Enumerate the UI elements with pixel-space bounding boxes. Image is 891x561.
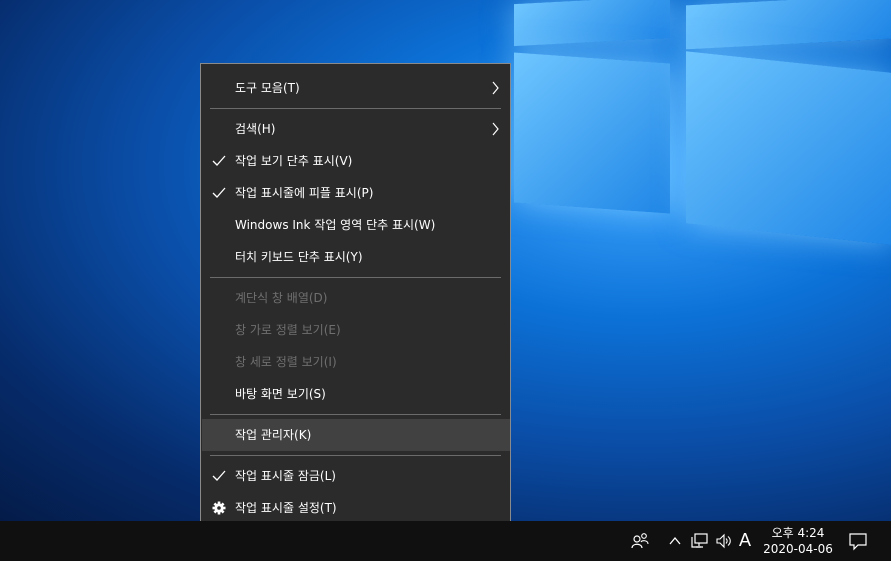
menu-item-label: 검색(H) (235, 122, 276, 136)
checkmark-icon (212, 155, 226, 166)
menu-item-lock-taskbar[interactable]: 작업 표시줄 잠금(L) (202, 460, 510, 492)
chevron-right-icon (492, 122, 499, 136)
menu-item-stack-windows: 창 가로 정렬 보기(E) (202, 314, 510, 346)
menu-item-task-manager[interactable]: 작업 관리자(K) (202, 419, 510, 451)
chevron-right-icon (492, 81, 499, 95)
menu-item-windows-ink-button[interactable]: Windows Ink 작업 영역 단추 표시(W) (202, 209, 510, 241)
menu-item-side-by-side-windows: 창 세로 정렬 보기(I) (202, 346, 510, 378)
menu-item-people-button[interactable]: 작업 표시줄에 피플 표시(P) (202, 177, 510, 209)
clock[interactable]: 오후 4:24 2020-04-06 (758, 521, 838, 561)
windows-logo-pane-top-left (514, 0, 670, 47)
people-icon[interactable] (630, 531, 650, 551)
checkmark-icon (212, 470, 226, 481)
checkmark-icon (212, 187, 226, 198)
network-icon[interactable] (691, 532, 709, 550)
menu-item-label: 작업 표시줄 잠금(L) (235, 469, 336, 483)
menu-separator (210, 414, 501, 415)
menu-item-label: 작업 표시줄 설정(T) (235, 501, 337, 515)
windows-logo-pane-bottom-left (514, 52, 670, 214)
menu-item-label: 도구 모음(T) (235, 81, 300, 95)
menu-item-cascade-windows: 계단식 창 배열(D) (202, 282, 510, 314)
menu-item-label: 터치 키보드 단추 표시(Y) (235, 250, 363, 264)
menu-separator (210, 455, 501, 456)
clock-date: 2020-04-06 (763, 542, 833, 556)
menu-separator (210, 277, 501, 278)
menu-item-label: 작업 보기 단추 표시(V) (235, 154, 353, 168)
chevron-up-icon[interactable] (668, 534, 682, 548)
windows-logo-pane-bottom-right (686, 51, 891, 245)
taskbar[interactable]: A 오후 4:24 2020-04-06 (0, 521, 891, 561)
menu-item-label: Windows Ink 작업 영역 단추 표시(W) (235, 218, 436, 232)
menu-item-taskbar-settings[interactable]: 작업 표시줄 설정(T) (202, 492, 510, 524)
menu-item-task-view-button[interactable]: 작업 보기 단추 표시(V) (202, 145, 510, 177)
menu-separator (210, 108, 501, 109)
menu-item-search[interactable]: 검색(H) (202, 113, 510, 145)
menu-item-label: 창 세로 정렬 보기(I) (235, 355, 337, 369)
ime-indicator[interactable]: A (739, 530, 751, 551)
clock-time: 오후 4:24 (771, 526, 825, 540)
action-center-icon[interactable] (848, 531, 868, 551)
taskbar-context-menu: 도구 모음(T) 검색(H) 작업 보기 단추 표시(V) 작업 표시줄에 피플… (200, 63, 511, 532)
menu-item-label: 창 가로 정렬 보기(E) (235, 323, 341, 337)
menu-item-touch-keyboard-button[interactable]: 터치 키보드 단추 표시(Y) (202, 241, 510, 273)
menu-item-label: 작업 관리자(K) (235, 428, 312, 442)
menu-item-toolbars[interactable]: 도구 모음(T) (202, 72, 510, 104)
gear-icon (212, 501, 226, 515)
menu-item-show-desktop[interactable]: 바탕 화면 보기(S) (202, 378, 510, 410)
menu-item-label: 바탕 화면 보기(S) (235, 387, 326, 401)
menu-item-label: 계단식 창 배열(D) (235, 291, 328, 305)
windows-logo-pane-top-right (686, 0, 891, 50)
menu-item-label: 작업 표시줄에 피플 표시(P) (235, 186, 374, 200)
volume-icon[interactable] (715, 532, 733, 550)
